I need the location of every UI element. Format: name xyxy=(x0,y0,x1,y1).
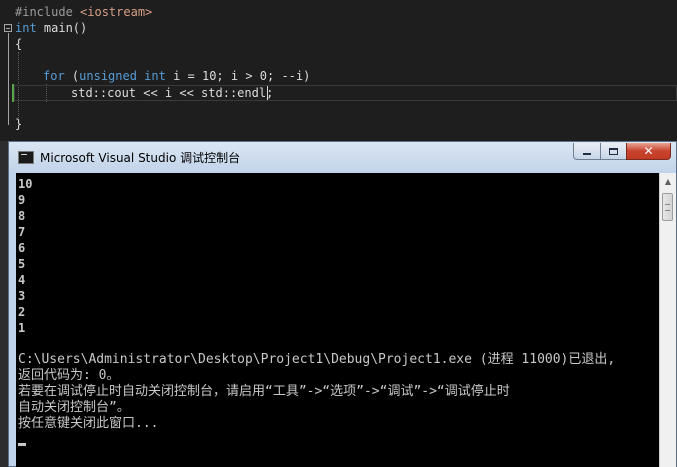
output-line: 8 xyxy=(18,209,26,223)
output-line: 2 xyxy=(18,305,26,319)
output-line: 5 xyxy=(18,257,26,271)
maximize-button[interactable] xyxy=(600,143,627,160)
output-line: 9 xyxy=(18,193,26,207)
auto-close-hint: 若要在调试停止时自动关闭控制台，请启用“工具”->“选项”->“调试”->“调试… xyxy=(18,384,510,399)
auto-close-hint-cont: 自动关闭控制台”。 xyxy=(18,400,130,415)
main-signature: main() xyxy=(36,21,88,35)
console-titlebar[interactable]: Microsoft Visual Studio 调试控制台 ✕ xyxy=(9,142,676,172)
output-line: 3 xyxy=(18,289,26,303)
scroll-up-icon[interactable]: ▲ xyxy=(660,173,676,190)
output-line: 7 xyxy=(18,225,26,239)
press-any-key-message: 按任意键关闭此窗口... xyxy=(18,416,159,431)
keyword-for: for xyxy=(43,69,65,83)
text-caret xyxy=(267,86,268,100)
console-output-area[interactable]: 10 9 8 7 6 5 4 3 2 1 C:\Users\Administra… xyxy=(16,173,659,467)
scrollbar-thumb[interactable] xyxy=(662,193,673,221)
console-scrollbar[interactable]: ▲ xyxy=(659,173,676,467)
code-line-2: int main() xyxy=(15,20,87,36)
code-line-1: #include <iostream> xyxy=(15,4,152,20)
for-condition: i = 10; i > 0; --i) xyxy=(165,69,311,83)
minimize-icon xyxy=(583,153,591,155)
keyword-int-loop: int xyxy=(144,69,166,83)
fold-bracket xyxy=(8,33,9,125)
maximize-icon xyxy=(609,147,618,155)
return-code-message: 返回代码为: 0。 xyxy=(18,368,120,383)
code-line-5: for (unsigned int i = 10; i > 0; --i) xyxy=(43,69,311,83)
keyword-unsigned: unsigned xyxy=(79,69,137,83)
output-line: 1 xyxy=(18,321,26,335)
code-line-6: std::cout << i << std::endl; xyxy=(71,86,274,100)
collapse-main-icon[interactable] xyxy=(4,24,12,32)
change-indicator xyxy=(12,84,14,102)
process-exit-message: C:\Users\Administrator\Desktop\Project1\… xyxy=(18,352,616,367)
output-line: 10 xyxy=(18,177,33,191)
include-header: <iostream> xyxy=(80,5,153,19)
include-directive: #include xyxy=(15,5,81,19)
editor-left-strip xyxy=(0,141,8,467)
console-app-icon[interactable] xyxy=(18,151,34,164)
minimize-button[interactable] xyxy=(573,143,601,160)
code-line-3: { xyxy=(15,37,23,51)
code-line-8: } xyxy=(15,117,23,131)
debug-console-window[interactable]: Microsoft Visual Studio 调试控制台 ✕ 10 9 8 7… xyxy=(8,141,677,467)
console-cursor xyxy=(18,443,26,446)
close-button[interactable]: ✕ xyxy=(626,143,671,160)
output-line: 4 xyxy=(18,273,26,287)
output-line: 6 xyxy=(18,241,26,255)
keyword-int: int xyxy=(15,21,37,35)
close-icon: ✕ xyxy=(643,144,654,158)
console-title: Microsoft Visual Studio 调试控制台 xyxy=(40,151,241,165)
